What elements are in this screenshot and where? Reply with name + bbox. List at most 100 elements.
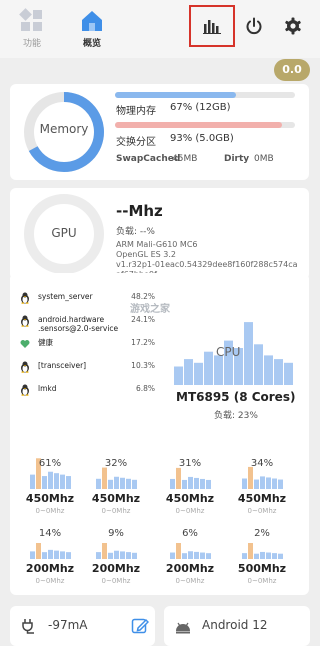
core-bar: [48, 549, 53, 559]
bar-chart-icon: [203, 20, 221, 34]
core-bar: [182, 479, 187, 489]
power-icon: [246, 17, 262, 35]
android-card[interactable]: Android 12: [164, 606, 310, 646]
core-pct: 32%: [104, 458, 128, 469]
cpu-history-bar: [244, 322, 253, 385]
core-freq: 450Mhz: [25, 492, 75, 505]
process-percent: 17.2%: [131, 338, 155, 347]
plug-icon: [22, 619, 34, 634]
tab-functions-label: 功能: [22, 39, 41, 49]
core-bar: [188, 551, 193, 559]
core-bar: [266, 552, 271, 559]
cpu-history-bar: [274, 359, 283, 385]
gpu-renderer: ARM Mali-G610 MC6: [116, 240, 198, 249]
cpu-core: 14% 200Mhz 0~0Mhz: [20, 525, 80, 603]
process-row[interactable]: lmkd 6.8%: [20, 381, 155, 405]
tab-overview-label: 概览: [82, 39, 101, 49]
process-row[interactable]: [transceiver] 10.3%: [20, 358, 155, 382]
core-bar: [176, 543, 181, 559]
core-range: 0~0Mhz: [175, 577, 205, 585]
core-bar: [120, 477, 125, 489]
stats-button[interactable]: [189, 5, 235, 47]
core-bar: [170, 552, 175, 559]
cpu-chart-label: CPU: [216, 345, 241, 359]
core-bar: [254, 553, 259, 559]
tab-overview[interactable]: 概览: [72, 8, 112, 49]
ram-label: 物理内存: [116, 106, 156, 117]
ram-value: 67% (12GB): [170, 102, 231, 113]
core-bar: [96, 552, 101, 559]
process-percent: 10.3%: [131, 361, 155, 370]
core-bar: [278, 479, 283, 489]
cpu-history-bar: [204, 351, 213, 385]
cpu-core: 2% 500Mhz 0~0Mhz: [232, 525, 292, 603]
core-bar: [170, 478, 175, 489]
gpu-card[interactable]: GPU --Mhz 负载: --% ARM Mali-G610 MC6 Open…: [10, 188, 309, 280]
core-bar: [260, 476, 265, 489]
battery-card[interactable]: -97mA: [10, 606, 155, 646]
linux-penguin-icon: [21, 315, 29, 327]
cpu-card[interactable]: system_server 48.2% android.hardware .senso…: [10, 273, 309, 595]
core-range: 0~0Mhz: [101, 577, 131, 585]
core-bar: [114, 476, 119, 489]
core-freq: 500Mhz: [237, 562, 287, 575]
core-bar: [206, 479, 211, 489]
core-bar: [96, 478, 101, 489]
core-bar: [60, 551, 65, 559]
memory-card[interactable]: Memory 物理内存 67% (12GB) 交换分区 93% (5.0GB) …: [10, 84, 309, 180]
watermark: 游戏之家: [130, 304, 170, 315]
core-bar: [126, 552, 131, 559]
core-bar: [188, 476, 193, 489]
core-range: 0~0Mhz: [247, 577, 277, 585]
core-freq: 200Mhz: [25, 562, 75, 575]
core-bar: [36, 543, 41, 559]
swap-bar-fill: [115, 122, 283, 128]
cpu-history-bar: [254, 344, 263, 385]
gpu-opengl: OpenGL ES 3.2: [116, 250, 176, 259]
core-bar: [54, 550, 59, 559]
process-name: [transceiver]: [38, 361, 87, 370]
core-range: 0~0Mhz: [101, 507, 131, 515]
cpu-load: 负载: 23%: [214, 411, 258, 421]
settings-button[interactable]: [270, 5, 316, 47]
gpu-ring-label: GPU: [51, 226, 77, 240]
cpu-core: 34% 450Mhz 0~0Mhz: [232, 455, 292, 533]
core-bar: [120, 551, 125, 559]
cpu-history-bar: [184, 359, 193, 385]
linux-penguin-icon: [21, 292, 29, 304]
core-bar: [194, 477, 199, 489]
core-freq: 200Mhz: [165, 562, 215, 575]
ram-bar-fill: [115, 92, 236, 98]
swapcached-value: 45MB: [172, 154, 198, 164]
core-bar: [48, 471, 53, 489]
core-bar: [176, 467, 181, 489]
tab-functions[interactable]: 功能: [12, 8, 52, 49]
core-bar: [278, 553, 283, 559]
core-bar: [200, 478, 205, 489]
core-bar: [182, 553, 187, 559]
cpu-core: 6% 200Mhz 0~0Mhz: [160, 525, 220, 603]
core-range: 0~0Mhz: [247, 507, 277, 515]
process-row[interactable]: android.hardware .sensors@2.0-service 24.1…: [20, 312, 155, 336]
core-bar: [108, 552, 113, 559]
cpu-core: 31% 450Mhz 0~0Mhz: [160, 455, 220, 533]
core-bar: [266, 477, 271, 489]
cpu-core: 61% 450Mhz 0~0Mhz: [20, 455, 80, 533]
core-range: 0~0Mhz: [175, 507, 205, 515]
top-bar: 功能 概览: [0, 0, 320, 58]
core-pct: 14%: [38, 528, 62, 539]
core-bar: [272, 478, 277, 489]
core-bar: [248, 466, 253, 489]
battery-current: -97mA: [48, 618, 88, 632]
gpu-frequency: --Mhz: [116, 202, 163, 220]
core-pct: 2%: [254, 528, 270, 539]
process-percent: 6.8%: [135, 384, 155, 393]
score-badge[interactable]: 0.0: [274, 59, 310, 81]
dirty-label: Dirty: [224, 154, 250, 164]
process-row[interactable]: 健康 17.2%: [20, 335, 155, 359]
cpu-history-bar: [174, 366, 183, 385]
core-bar: [132, 479, 137, 489]
edit-icon[interactable]: [131, 617, 149, 635]
core-pct: 9%: [108, 528, 124, 539]
core-bar: [42, 552, 47, 559]
